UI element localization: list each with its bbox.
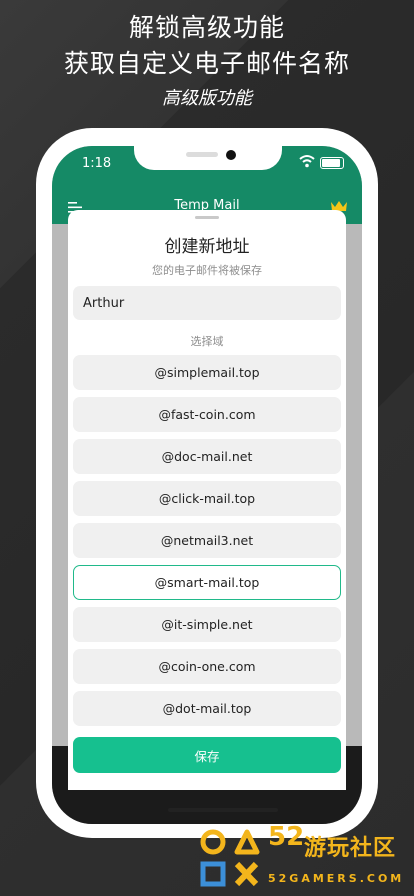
domain-option[interactable]: @it-simple.net [73, 607, 341, 642]
domain-option[interactable]: @click-mail.top [73, 481, 341, 516]
promo-line-1: 解锁高级功能 [128, 13, 285, 42]
notch [134, 146, 282, 170]
watermark: 52 游玩社区 52GAMERS.COM [196, 822, 414, 896]
promo-line-3: 高级版功能 [162, 88, 252, 109]
save-button[interactable]: 保存 [73, 737, 341, 773]
watermark-site: 52GAMERS.COM [268, 872, 405, 885]
watermark-brand: 游玩社区 [304, 836, 397, 861]
domain-option[interactable]: @dot-mail.top [73, 691, 341, 726]
sheet-title: 创建新地址 [164, 237, 250, 257]
phone-frame: 1:18 Temp Mail 创建新地址 您的电子邮件将被保存 Arthur 选… [36, 128, 378, 838]
battery-icon [320, 157, 344, 169]
sheet-subtitle: 您的电子邮件将被保存 [152, 264, 262, 277]
domain-option[interactable]: @doc-mail.net [73, 439, 341, 474]
status-time: 1:18 [82, 156, 112, 171]
watermark-number: 52 [268, 822, 305, 852]
domain-option-selected[interactable]: @smart-mail.top [73, 565, 341, 600]
sheet-grab-handle[interactable] [195, 216, 219, 219]
create-address-sheet: 创建新地址 您的电子邮件将被保存 选择域 @simplemail.top @fa… [68, 210, 346, 790]
wifi-icon [299, 155, 315, 168]
domain-option[interactable]: @simplemail.top [73, 355, 341, 390]
promo-line-2: 获取自定义电子邮件名称 [63, 49, 350, 78]
domain-option[interactable]: @coin-one.com [73, 649, 341, 684]
speaker [186, 152, 218, 157]
domain-label: 选择域 [190, 335, 224, 348]
phone-screen: 1:18 Temp Mail 创建新地址 您的电子邮件将被保存 Arthur 选… [52, 146, 362, 824]
domain-option[interactable]: @fast-coin.com [73, 397, 341, 432]
domain-option[interactable]: @netmail3.net [73, 523, 341, 558]
email-name-input[interactable] [73, 286, 341, 320]
watermark-logo [200, 829, 260, 887]
camera [226, 150, 236, 160]
domain-list: @simplemail.top @fast-coin.com @doc-mail… [73, 355, 341, 733]
promo-header: 解锁高级功能 获取自定义电子邮件名称 高级版功能 [0, 10, 414, 114]
home-indicator [168, 808, 278, 812]
